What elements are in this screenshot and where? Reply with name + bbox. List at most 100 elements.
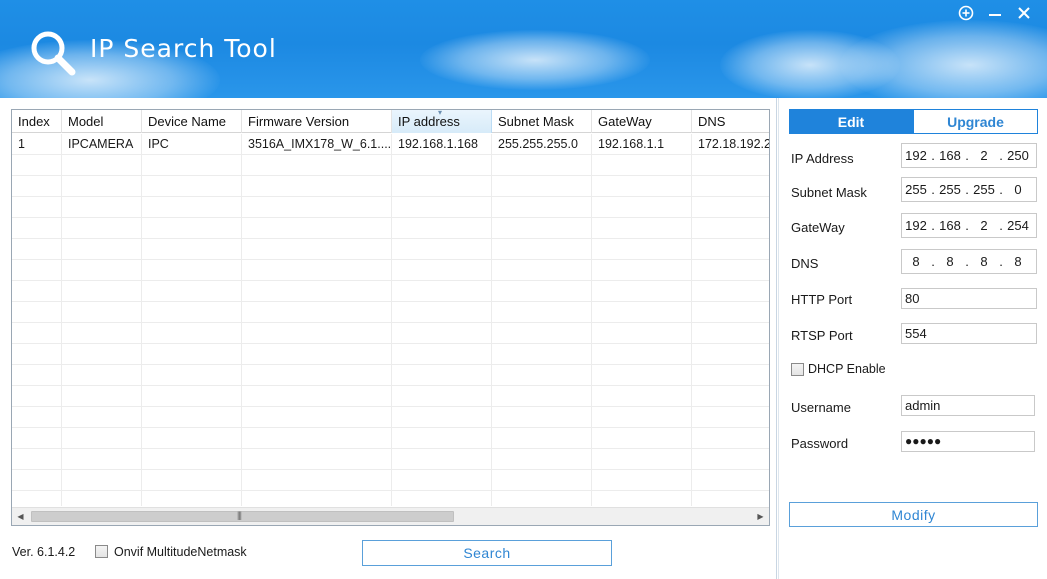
octet: 0 <box>1014 182 1022 197</box>
username-label: Username <box>791 400 851 415</box>
username-input[interactable]: admin <box>901 395 1035 416</box>
table-cell: 3516A_IMX178_W_6.1.... <box>242 134 392 154</box>
table-cell <box>392 218 492 238</box>
close-icon[interactable] <box>1014 3 1034 23</box>
column-header[interactable]: Subnet Mask <box>492 110 592 133</box>
table-cell <box>492 302 592 322</box>
octet: 255 <box>939 182 961 197</box>
table-row <box>12 428 769 449</box>
table-cell <box>692 428 769 448</box>
table-cell <box>392 176 492 196</box>
octet: 2 <box>980 218 988 233</box>
table-cell <box>692 239 769 259</box>
table-cell <box>12 323 62 343</box>
table-cell <box>692 470 769 490</box>
search-button[interactable]: Search <box>362 540 612 566</box>
table-cell <box>592 491 692 506</box>
table-cell <box>142 491 242 506</box>
main-area: Index Model Device Name Firmware Version ▾ IP… <box>0 98 1047 579</box>
table-row <box>12 176 769 197</box>
table-cell <box>242 491 392 506</box>
table-cell <box>492 218 592 238</box>
table-cell <box>492 197 592 217</box>
table-row <box>12 281 769 302</box>
table-row <box>12 302 769 323</box>
column-header[interactable]: ▾ IP address <box>392 110 492 133</box>
table-row[interactable]: 1 IPCAMERA IPC 3516A_IMX178_W_6.1.... 192.16… <box>12 134 769 155</box>
modify-button[interactable]: Modify <box>789 502 1038 527</box>
table-cell <box>692 407 769 427</box>
dns-field[interactable]: 8. 8. 8. 8 <box>901 249 1037 274</box>
table-cell <box>392 470 492 490</box>
table-cell <box>142 407 242 427</box>
add-window-icon[interactable] <box>956 3 976 23</box>
table-cell <box>692 197 769 217</box>
table-cell <box>592 365 692 385</box>
http-port-input[interactable]: 80 <box>901 288 1037 309</box>
tab-upgrade[interactable]: Upgrade <box>913 109 1038 134</box>
device-table[interactable]: Index Model Device Name Firmware Version ▾ IP… <box>11 109 770 526</box>
app-title: IP Search Tool <box>90 34 277 63</box>
column-header[interactable]: DNS <box>692 110 769 133</box>
subnet-mask-label: Subnet Mask <box>791 185 867 200</box>
octet: 255 <box>905 182 927 197</box>
table-row <box>12 155 769 176</box>
table-cell <box>12 386 62 406</box>
table-cell <box>242 260 392 280</box>
table-cell <box>592 470 692 490</box>
column-header[interactable]: GateWay <box>592 110 692 133</box>
table-cell <box>62 155 142 175</box>
table-row <box>12 323 769 344</box>
subnet-mask-field[interactable]: 255. 255. 255. 0 <box>901 177 1037 202</box>
octet: 8 <box>912 254 920 269</box>
table-cell <box>142 470 242 490</box>
table-cell <box>392 449 492 469</box>
minimize-icon[interactable] <box>985 3 1005 23</box>
gateway-label: GateWay <box>791 220 845 235</box>
column-header[interactable]: Index <box>12 110 62 133</box>
table-cell <box>142 176 242 196</box>
column-header[interactable]: Firmware Version <box>242 110 392 133</box>
table-row <box>12 218 769 239</box>
table-cell <box>62 449 142 469</box>
table-cell <box>12 365 62 385</box>
octet: 8 <box>1014 254 1022 269</box>
table-row <box>12 449 769 470</box>
cloud-decoration <box>420 30 650 90</box>
table-cell <box>62 281 142 301</box>
table-cell <box>492 176 592 196</box>
table-cell <box>492 386 592 406</box>
column-header[interactable]: Model <box>62 110 142 133</box>
table-cell <box>12 407 62 427</box>
table-cell <box>62 407 142 427</box>
table-cell <box>492 365 592 385</box>
table-cell <box>12 260 62 280</box>
sort-indicator-icon: ▾ <box>438 110 443 117</box>
gateway-field[interactable]: 192. 168. 2. 254 <box>901 213 1037 238</box>
scroll-left-icon[interactable]: ◀ <box>12 508 29 525</box>
table-row <box>12 260 769 281</box>
password-input[interactable]: ●●●●● <box>901 431 1035 452</box>
rtsp-port-input[interactable]: 554 <box>901 323 1037 344</box>
onvif-checkbox[interactable] <box>95 545 108 558</box>
table-cell <box>692 386 769 406</box>
table-cell <box>242 155 392 175</box>
dhcp-checkbox[interactable] <box>791 363 804 376</box>
table-cell <box>62 365 142 385</box>
tab-edit[interactable]: Edit <box>789 109 913 134</box>
table-cell <box>592 218 692 238</box>
octet: 254 <box>1007 218 1029 233</box>
scrollbar-thumb[interactable]: ||| <box>31 510 454 522</box>
column-header[interactable]: Device Name <box>142 110 242 133</box>
table-cell <box>62 386 142 406</box>
horizontal-scrollbar[interactable]: ◀ ||| ▶ <box>12 507 769 525</box>
table-row <box>12 197 769 218</box>
table-row <box>12 386 769 407</box>
table-cell <box>12 470 62 490</box>
ip-address-field[interactable]: 192. 168. 2. 250 <box>901 143 1037 168</box>
octet: 168 <box>939 218 961 233</box>
search-logo-icon <box>31 31 76 76</box>
scroll-right-icon[interactable]: ▶ <box>752 508 769 525</box>
table-cell <box>392 428 492 448</box>
title-bar: IP Search Tool <box>0 0 1047 98</box>
